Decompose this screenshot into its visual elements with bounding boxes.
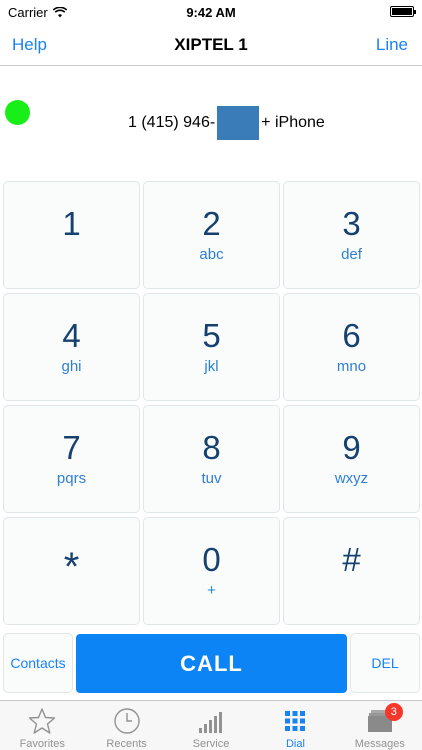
key-letters: tuv [201,470,222,487]
messages-icon: 3 [365,703,403,736]
nav-bar: Help XIPTEL 1 Line [0,24,422,66]
key-digit: 1 [62,205,81,242]
key-digit: * [63,544,80,589]
tab-label: Dial [285,738,305,750]
tab-dial[interactable]: Dial [253,701,337,750]
tab-label: Recents [106,738,147,750]
line-button[interactable]: Line [376,35,408,55]
tab-bar: Favorites Recents Service Dial 3 Message… [0,700,422,750]
key-1[interactable]: 1 [3,181,140,289]
key-letters: jkl [204,358,219,375]
line-number-prefix: 1 (415) 946- [128,114,216,131]
key-letters: + [207,582,216,599]
redacted-block [217,106,260,140]
tab-messages[interactable]: 3 Messages [338,701,422,750]
key-letters: pqrs [56,470,87,487]
key-letters: wxyz [334,470,369,487]
key-digit: 4 [62,317,81,354]
keypad-grid-icon [280,706,310,736]
key-digit: 6 [342,317,361,354]
key-6[interactable]: 6 mno [283,293,420,401]
action-row: Contacts CALL DEL [3,633,420,694]
unread-badge: 3 [384,703,403,721]
star-icon [27,706,57,736]
call-button[interactable]: CALL [76,634,347,693]
delete-button[interactable]: DEL [350,633,420,693]
key-digit: 7 [62,429,81,466]
page-title: XIPTEL 1 [174,35,248,54]
key-digit: 3 [342,205,361,242]
key-8[interactable]: 8 tuv [143,405,280,513]
key-digit: 9 [342,429,361,466]
battery-icon [390,6,416,17]
signal-bars-icon [196,706,226,736]
key-9[interactable]: 9 wxyz [283,405,420,513]
dial-keypad: 1 2 abc 3 def 4 ghi 5 jkl 6 mno 7 pqrs 8 [3,181,420,625]
key-star[interactable]: * [3,517,140,625]
line-info: 1 (415) 946- + iPhone [0,66,422,180]
registration-status-indicator [5,100,30,125]
status-bar: Carrier 9:42 AM [0,0,422,24]
tab-favorites[interactable]: Favorites [0,701,84,750]
key-digit: # [342,541,361,578]
key-2[interactable]: 2 abc [143,181,280,289]
key-letters: ghi [61,358,82,375]
status-time: 9:42 AM [186,5,236,20]
key-3[interactable]: 3 def [283,181,420,289]
key-digit: 8 [202,429,221,466]
dialer-screen: Carrier 9:42 AM Help XIPTEL 1 Line 1 (41… [0,0,422,750]
key-4[interactable]: 4 ghi [3,293,140,401]
key-5[interactable]: 5 jkl [143,293,280,401]
line-number-suffix: + iPhone [261,114,325,131]
tab-label: Favorites [19,738,65,750]
tab-recents[interactable]: Recents [84,701,168,750]
key-digit: 0 [202,541,221,578]
key-7[interactable]: 7 pqrs [3,405,140,513]
key-letters: mno [336,358,367,375]
key-digit: 5 [202,317,221,354]
key-letters: def [341,246,362,263]
tab-label: Service [192,738,230,750]
key-digit: 2 [202,205,221,242]
key-0[interactable]: 0 + [143,517,280,625]
contacts-button[interactable]: Contacts [3,633,73,693]
tab-service[interactable]: Service [169,701,253,750]
key-hash[interactable]: # [283,517,420,625]
tab-label: Messages [354,738,405,750]
clock-icon [112,706,142,736]
line-number: 1 (415) 946- + iPhone [128,106,325,140]
key-letters: abc [199,246,224,263]
